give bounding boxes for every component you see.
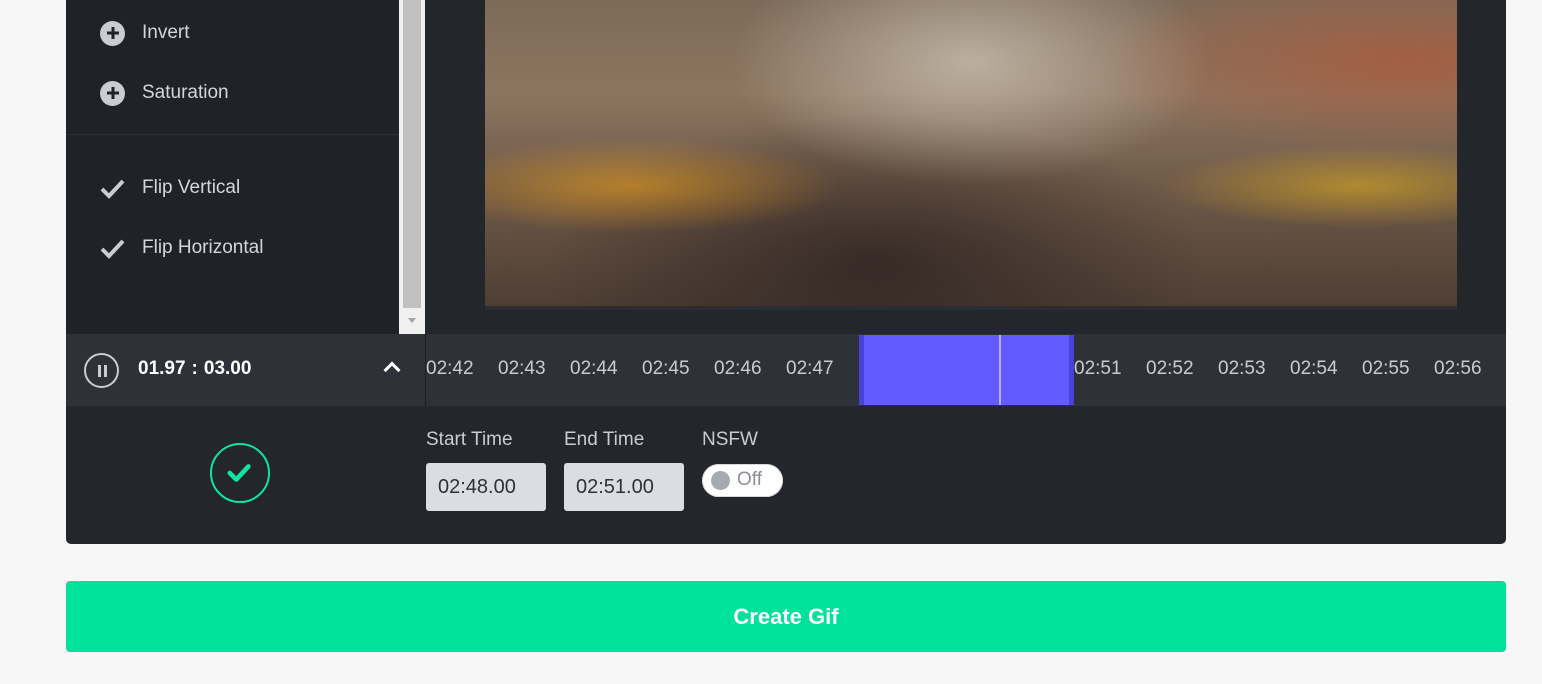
plus-circle-icon: [100, 20, 125, 46]
effect-invert-label: Invert: [142, 22, 190, 43]
timeline-tick[interactable]: 02:53: [1218, 358, 1278, 380]
nsfw-toggle[interactable]: Off: [702, 464, 783, 497]
timeline-tick[interactable]: 02:51: [1074, 358, 1134, 380]
sidebar-scrollbar[interactable]: [399, 0, 425, 334]
timeline-tick[interactable]: 02:42: [426, 358, 486, 380]
pause-button[interactable]: [84, 353, 119, 388]
toggle-flip-horizontal[interactable]: Flip Horizontal: [100, 233, 263, 263]
timeline-tick[interactable]: 02:55: [1362, 358, 1422, 380]
timeline-tick[interactable]: 02:47: [786, 358, 846, 380]
scroll-down-arrow-icon[interactable]: [408, 318, 416, 323]
effect-saturation-label: Saturation: [142, 82, 229, 103]
effects-sidebar: Invert Saturation Flip Vertical Flip Hor…: [66, 0, 399, 334]
end-time-input[interactable]: [564, 463, 684, 511]
playback-timeline-bar: 01.97:03.00 02:42 02:43 02:44 02:45 02:4…: [66, 334, 1506, 406]
playhead-marker[interactable]: [999, 335, 1001, 405]
start-time-input[interactable]: [426, 463, 546, 511]
sidebar-divider: [66, 134, 399, 135]
video-bottom-edge: [485, 306, 1457, 310]
clip-duration: 03.00: [203, 358, 252, 379]
timeline-tick[interactable]: 02:54: [1290, 358, 1350, 380]
gif-editor-panel: Invert Saturation Flip Vertical Flip Hor…: [66, 0, 1506, 544]
end-time-label: End Time: [564, 429, 645, 450]
toggle-knob: [711, 471, 730, 490]
timeline-tick[interactable]: 02:46: [714, 358, 774, 380]
effect-invert[interactable]: Invert: [100, 18, 190, 48]
timeline-tick[interactable]: 02:45: [642, 358, 702, 380]
effect-saturation[interactable]: Saturation: [100, 78, 229, 108]
time-separator: :: [191, 358, 198, 379]
clip-selection-range[interactable]: [859, 335, 1074, 405]
confirm-button[interactable]: [210, 443, 270, 503]
checkmark-icon: [100, 179, 125, 199]
start-time-label: Start Time: [426, 429, 513, 450]
page-right-margin: [1506, 0, 1542, 684]
plus-circle-icon: [100, 80, 125, 106]
timeline-tick[interactable]: 02:44: [570, 358, 630, 380]
flip-horizontal-label: Flip Horizontal: [142, 237, 264, 258]
checkmark-icon: [227, 464, 251, 482]
timeline-tick[interactable]: 02:56: [1434, 358, 1494, 380]
video-frame-image: [485, 0, 1457, 310]
create-gif-button[interactable]: Create Gif: [66, 581, 1506, 652]
current-time: 01.97: [138, 358, 186, 379]
video-preview: [485, 0, 1457, 310]
flip-vertical-label: Flip Vertical: [142, 177, 241, 198]
playback-time-readout: 01.97:03.00: [138, 358, 251, 380]
checkmark-icon: [100, 239, 125, 259]
timeline-tick[interactable]: 02:43: [498, 358, 558, 380]
chevron-up-icon[interactable]: [383, 361, 401, 379]
nsfw-label: NSFW: [702, 429, 758, 450]
nsfw-toggle-state: Off: [737, 469, 762, 490]
timeline-track[interactable]: 02:42 02:43 02:44 02:45 02:46 02:47 02:5…: [425, 334, 1506, 406]
scrollbar-thumb[interactable]: [403, 0, 421, 308]
toggle-flip-vertical[interactable]: Flip Vertical: [100, 173, 240, 203]
timeline-tick[interactable]: 02:52: [1146, 358, 1206, 380]
